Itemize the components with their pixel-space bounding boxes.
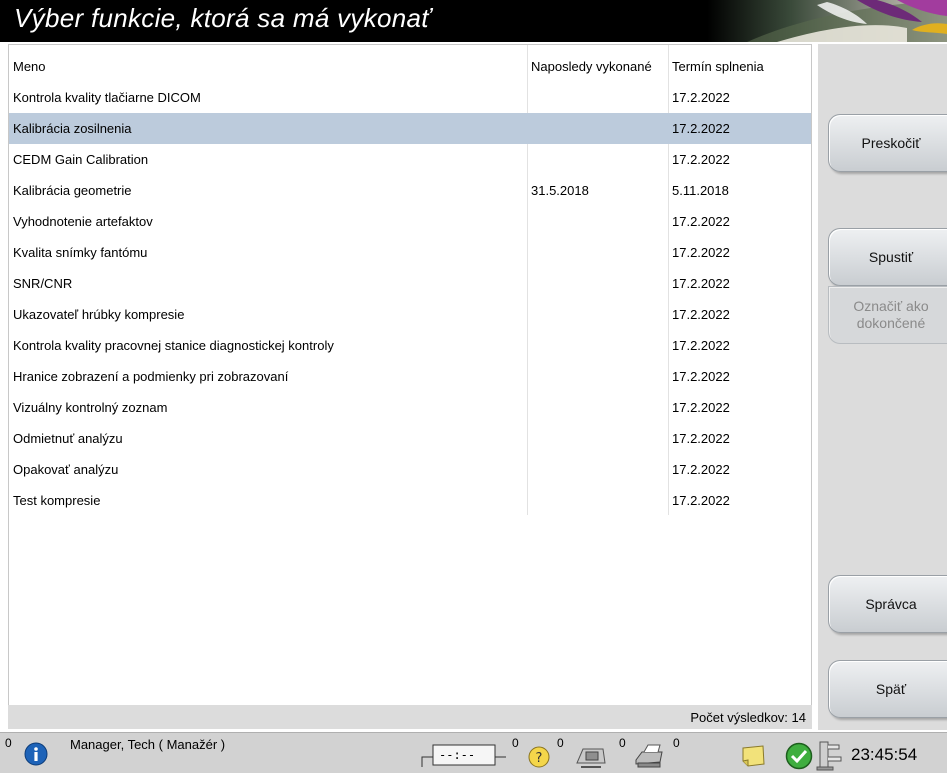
start-button[interactable]: Spustiť bbox=[828, 228, 947, 286]
cell-due-date: 17.2.2022 bbox=[672, 245, 730, 260]
cell-due-date: 17.2.2022 bbox=[672, 276, 730, 291]
table-row[interactable]: Vyhodnotenie artefaktov 17.2.2022 bbox=[9, 206, 811, 237]
table-row[interactable]: Kontrola kvality tlačiarne DICOM 17.2.202… bbox=[9, 82, 811, 113]
mark-complete-button: Označiť ako dokončené bbox=[828, 286, 947, 344]
detector-icon[interactable] bbox=[575, 743, 607, 769]
table-row[interactable]: Odmietnuť analýzu 17.2.2022 bbox=[9, 423, 811, 454]
result-count: Počet výsledkov: 14 bbox=[690, 710, 806, 725]
admin-button[interactable]: Správca bbox=[828, 575, 947, 633]
cell-name: Kontrola kvality tlačiarne DICOM bbox=[13, 90, 201, 105]
info-icon[interactable] bbox=[24, 742, 48, 766]
cell-due-date: 17.2.2022 bbox=[672, 462, 730, 477]
cell-due-date: 17.2.2022 bbox=[672, 214, 730, 229]
column-header-last-performed[interactable]: Naposledy vykonané bbox=[531, 59, 652, 74]
table-row[interactable]: Vizuálny kontrolný zoznam 17.2.2022 bbox=[9, 392, 811, 423]
cell-name: Test kompresie bbox=[13, 493, 101, 508]
cell-due-date: 5.11.2018 bbox=[672, 183, 729, 198]
cell-due-date: 17.2.2022 bbox=[672, 121, 730, 136]
cell-name: Kalibrácia zosilnenia bbox=[13, 121, 132, 136]
cell-due-date: 17.2.2022 bbox=[672, 400, 730, 415]
printer-icon[interactable] bbox=[632, 742, 666, 770]
side-panel: Preskočiť Spustiť Označiť ako dokončené … bbox=[818, 44, 947, 730]
cell-due-date: 17.2.2022 bbox=[672, 307, 730, 322]
cell-name: Kalibrácia geometrie bbox=[13, 183, 132, 198]
cell-due-date: 17.2.2022 bbox=[672, 493, 730, 508]
cell-last-performed: 31.5.2018 bbox=[531, 183, 589, 198]
table-row[interactable]: Kalibrácia geometrie 31.5.2018 5.11.2018 bbox=[9, 175, 811, 206]
table-row[interactable]: Hranice zobrazení a podmienky pri zobraz… bbox=[9, 361, 811, 392]
cell-name: Opakovať analýzu bbox=[13, 462, 119, 477]
title-bar: Výber funkcie, ktorá sa má vykonať bbox=[0, 0, 947, 42]
cell-name: Ukazovateľ hrúbky kompresie bbox=[13, 307, 185, 322]
table-row[interactable]: Opakovať analýzu 17.2.2022 bbox=[9, 454, 811, 485]
help-count: 0 bbox=[557, 736, 564, 750]
cell-name: Kontrola kvality pracovnej stanice diagn… bbox=[13, 338, 334, 353]
back-button[interactable]: Späť bbox=[828, 660, 947, 718]
status-bar: 0 Manager, Tech ( Manažér ) --:-- 0 ? 0 … bbox=[0, 732, 947, 773]
page-title: Výber funkcie, ktorá sa má vykonať bbox=[14, 3, 431, 33]
cell-name: Hranice zobrazení a podmienky pri zobraz… bbox=[13, 369, 289, 384]
cell-name: Odmietnuť analýzu bbox=[13, 431, 123, 446]
timer-count: 0 bbox=[512, 736, 519, 750]
table-row[interactable]: Ukazovateľ hrúbky kompresie 17.2.2022 bbox=[9, 299, 811, 330]
result-count-bar: Počet výsledkov: 14 bbox=[8, 705, 812, 729]
help-icon[interactable]: ? bbox=[528, 746, 550, 768]
current-user[interactable]: Manager, Tech ( Manažér ) bbox=[70, 737, 225, 752]
function-table: Meno Naposledy vykonané Termín splnenia … bbox=[8, 44, 812, 706]
alerts-count: 0 bbox=[5, 736, 12, 750]
column-header-due-date[interactable]: Termín splnenia bbox=[672, 59, 764, 74]
notes-icon[interactable] bbox=[740, 744, 766, 768]
cell-name: Kvalita snímky fantómu bbox=[13, 245, 148, 260]
cell-due-date: 17.2.2022 bbox=[672, 431, 730, 446]
flower-banner-image bbox=[707, 0, 947, 42]
table-row[interactable]: Kvalita snímky fantómu 17.2.2022 bbox=[9, 237, 811, 268]
cell-due-date: 17.2.2022 bbox=[672, 369, 730, 384]
skip-button[interactable]: Preskočiť bbox=[828, 114, 947, 172]
gantry-icon[interactable] bbox=[815, 739, 845, 771]
cell-name: SNR/CNR bbox=[13, 276, 73, 291]
table-row[interactable]: Kontrola kvality pracovnej stanice diagn… bbox=[9, 330, 811, 361]
column-header-name[interactable]: Meno bbox=[13, 59, 46, 74]
table-header: Meno Naposledy vykonané Termín splnenia bbox=[9, 45, 811, 85]
cell-due-date: 17.2.2022 bbox=[672, 338, 730, 353]
clock: 23:45:54 bbox=[851, 745, 918, 764]
cell-due-date: 17.2.2022 bbox=[672, 152, 730, 167]
table-row[interactable]: Test kompresie 17.2.2022 bbox=[9, 485, 811, 516]
svg-text:?: ? bbox=[536, 751, 543, 766]
timer-display: --:-- bbox=[439, 748, 476, 762]
cell-name: Vizuálny kontrolný zoznam bbox=[13, 400, 168, 415]
table-row[interactable]: CEDM Gain Calibration 17.2.2022 bbox=[9, 144, 811, 175]
detector-count: 0 bbox=[619, 736, 626, 750]
cell-due-date: 17.2.2022 bbox=[672, 90, 730, 105]
system-ok-icon[interactable] bbox=[785, 742, 813, 770]
table-row[interactable]: SNR/CNR 17.2.2022 bbox=[9, 268, 811, 299]
mark-complete-label: Označiť ako dokončené bbox=[853, 298, 929, 331]
cell-name: Vyhodnotenie artefaktov bbox=[13, 214, 153, 229]
table-row[interactable]: Kalibrácia zosilnenia 17.2.2022 bbox=[9, 113, 811, 144]
printer-count: 0 bbox=[673, 736, 680, 750]
cell-name: CEDM Gain Calibration bbox=[13, 152, 149, 167]
